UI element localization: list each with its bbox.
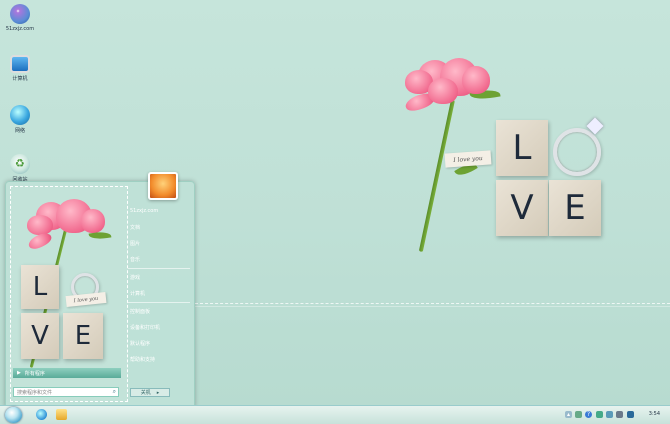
menu-item-control-panel[interactable]: 控制面板 — [130, 308, 150, 315]
menu-item-help[interactable]: 帮助和支持 — [130, 356, 155, 363]
flower-petal — [26, 230, 54, 252]
menu-item-documents[interactable]: 文档 — [130, 224, 140, 231]
letter-tile-v: V — [496, 180, 548, 236]
tile-letter: L — [512, 128, 532, 168]
search-placeholder: 搜索程序和文件 — [17, 389, 53, 396]
decorative-line — [195, 306, 670, 307]
letter-tile-l: L — [21, 265, 59, 309]
tile-letter: V — [510, 188, 534, 228]
help-icon[interactable]: ? — [585, 411, 592, 418]
desktop-icon-label: 计算机 — [12, 76, 28, 82]
tray-flag-icon[interactable] — [575, 411, 582, 418]
flower-leaf — [88, 230, 112, 241]
desktop-icon-label: 网络 — [14, 128, 25, 134]
flower-petal — [462, 66, 490, 94]
love-note: I love you — [444, 150, 492, 168]
letter-tile-l: L — [496, 120, 548, 176]
start-orb-button[interactable] — [5, 407, 22, 423]
menu-item-devices-printers[interactable]: 设备和打印机 — [130, 324, 160, 331]
desktop-icon-recycle[interactable]: ♻ 回收站 — [0, 154, 40, 183]
network-globe-icon — [10, 105, 30, 125]
recycle-bin-icon: ♻ — [10, 154, 30, 174]
tray-app-icon[interactable] — [616, 411, 623, 418]
love-note-text: I love you — [453, 154, 483, 164]
menu-item-music[interactable]: 音乐 — [130, 256, 140, 263]
desktop-icon-label: 51zxjz.com — [5, 26, 35, 32]
search-icon[interactable]: ⌕ — [113, 388, 116, 396]
tile-letter: E — [564, 188, 586, 228]
menu-separator — [128, 302, 190, 303]
letter-tile-v: V — [21, 313, 59, 359]
desktop-icon-computer[interactable]: 计算机 — [0, 55, 40, 82]
taskbar-clock[interactable]: 3:54 — [649, 411, 660, 417]
flower-petal — [428, 78, 458, 104]
love-note: I love you — [65, 291, 107, 308]
network-status-icon[interactable] — [596, 411, 603, 418]
arrow-right-icon: ▶ — [17, 370, 21, 376]
flower-petal — [27, 215, 53, 235]
desktop-icon-network[interactable]: 网络 — [0, 105, 40, 134]
taskbar: ▴ ? 3:54 — [0, 405, 670, 424]
tray-security-icon[interactable] — [627, 411, 634, 418]
start-menu: L I love you V E ▶ 所有程序 搜索程序和文件 ⌕ 51zxjz… — [5, 172, 195, 407]
menu-item-pictures[interactable]: 图片 — [130, 240, 140, 247]
love-note-text: I love you — [73, 295, 99, 304]
folder-icon[interactable] — [56, 409, 67, 420]
chevron-right-icon[interactable]: ▸ — [157, 390, 160, 396]
menu-item-games[interactable]: 游戏 — [130, 274, 140, 281]
flower-petal — [81, 209, 105, 233]
tile-letter: L — [32, 272, 48, 302]
computer-icon — [10, 4, 30, 24]
desktop-icon-site[interactable]: 51zxjz.com — [0, 4, 40, 32]
decorative-dashed-line — [195, 303, 670, 304]
flower-stem — [418, 99, 455, 253]
tile-letter: V — [31, 321, 49, 351]
all-programs-button[interactable]: ▶ 所有程序 — [13, 368, 121, 378]
menu-item-default-programs[interactable]: 默认程序 — [130, 340, 150, 347]
user-avatar[interactable] — [148, 172, 178, 200]
search-input[interactable]: 搜索程序和文件 ⌕ — [13, 387, 119, 397]
diamond-ring — [553, 128, 601, 176]
menu-item-site[interactable]: 51zxjz.com — [130, 208, 158, 214]
tray-arrow-icon[interactable]: ▴ — [565, 411, 572, 418]
volume-icon[interactable] — [606, 411, 613, 418]
start-menu-left-pane: L I love you V E ▶ 所有程序 搜索程序和文件 ⌕ — [10, 186, 128, 402]
menu-item-computer[interactable]: 计算机 — [130, 290, 145, 297]
monitor-icon — [10, 55, 30, 73]
shutdown-button[interactable]: 关机 ▸ — [130, 388, 170, 397]
menu-separator — [128, 268, 190, 269]
letter-tile-e: E — [549, 180, 601, 236]
tile-letter: E — [74, 321, 92, 351]
ie-browser-icon[interactable] — [36, 409, 47, 420]
all-programs-label: 所有程序 — [24, 370, 45, 377]
letter-tile-e: E — [63, 313, 103, 359]
shutdown-label: 关机 — [140, 390, 151, 396]
